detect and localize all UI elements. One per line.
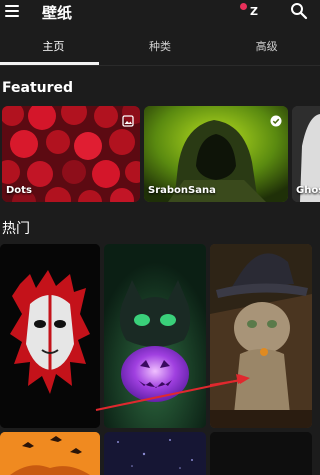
avatar[interactable]: Z bbox=[242, 3, 266, 21]
app-title: 壁纸 bbox=[42, 4, 73, 22]
hot-card-dark[interactable] bbox=[210, 432, 312, 475]
featured-card-label: Ghos bbox=[296, 185, 320, 196]
featured-card-ghost[interactable]: Ghos bbox=[292, 106, 320, 202]
image-badge-icon bbox=[122, 112, 134, 127]
tab-premium[interactable]: 高级 bbox=[213, 28, 320, 65]
tab-bar: 主页 种类 高级 bbox=[0, 28, 320, 66]
hot-card-bats[interactable] bbox=[0, 432, 100, 475]
search-icon[interactable] bbox=[290, 2, 308, 20]
featured-card-dots[interactable]: Dots bbox=[2, 106, 140, 202]
cat-pumpkin-wallpaper-image bbox=[104, 244, 206, 428]
hot-card-night-sky[interactable] bbox=[104, 432, 206, 475]
night-sky-wallpaper-image bbox=[104, 432, 206, 475]
hot-card-cat-pumpkin[interactable] bbox=[104, 244, 206, 428]
hot-card-witch-cat[interactable] bbox=[210, 244, 312, 428]
bats-wallpaper-image bbox=[0, 432, 100, 475]
verified-badge-icon bbox=[270, 112, 282, 127]
hot-card-mask[interactable] bbox=[0, 244, 100, 428]
dark-wallpaper-image bbox=[210, 432, 312, 475]
tab-categories[interactable]: 种类 bbox=[107, 28, 214, 65]
featured-card-srabonsana[interactable]: SrabonSana bbox=[144, 106, 288, 202]
menu-icon[interactable] bbox=[4, 3, 22, 19]
featured-card-label: SrabonSana bbox=[148, 185, 216, 196]
featured-card-label: Dots bbox=[6, 185, 32, 196]
app-bar: 壁纸 Z bbox=[0, 0, 320, 28]
hot-section-title: 热门 bbox=[2, 221, 30, 237]
mask-wallpaper-image bbox=[0, 244, 100, 428]
featured-title: Featured bbox=[2, 80, 74, 96]
tab-home[interactable]: 主页 bbox=[0, 28, 107, 65]
arrow-annotation-icon bbox=[210, 374, 250, 387]
